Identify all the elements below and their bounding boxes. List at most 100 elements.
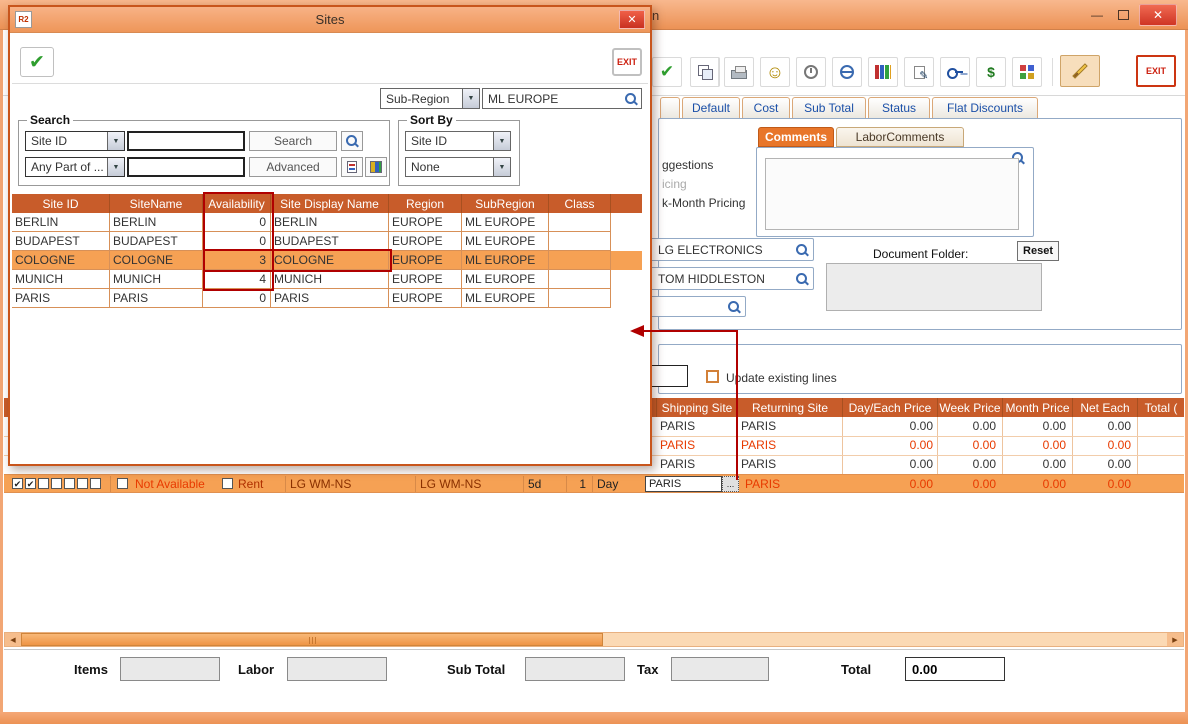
wizard-button[interactable] (1060, 55, 1100, 87)
confirm-button[interactable]: ✔ (652, 57, 682, 87)
combo-label: Site ID (406, 134, 493, 148)
horizontal-scrollbar[interactable]: ◀ ▶ (4, 632, 1184, 647)
col-returning-site[interactable]: Returning Site (737, 398, 842, 417)
document-folder-box[interactable] (826, 263, 1042, 311)
tab-labor-comments[interactable]: LaborComments (836, 127, 964, 147)
tab-default[interactable]: Default (682, 97, 740, 118)
chevron-down-icon[interactable]: ▼ (462, 89, 479, 108)
report-icon-button[interactable] (341, 157, 363, 177)
copy-icon (698, 65, 712, 79)
scroll-right-arrow[interactable]: ▶ (1167, 633, 1183, 646)
tax-field[interactable] (671, 657, 769, 681)
match-input[interactable] (127, 157, 245, 177)
col-site-name[interactable]: SiteName (110, 194, 203, 213)
line-checkbox[interactable] (117, 478, 128, 489)
cell-returning: PARIS (741, 457, 776, 471)
cell: PARIS (271, 289, 389, 308)
sort-secondary-combo[interactable]: None ▼ (405, 157, 511, 177)
col-day-each-price[interactable]: Day/Each Price (842, 398, 937, 417)
permissions-button[interactable] (940, 57, 970, 87)
tab-status[interactable]: Status (868, 97, 930, 118)
tab-partial[interactable] (660, 97, 680, 118)
pricing-button[interactable]: $ (976, 57, 1006, 87)
tab-comments[interactable]: Comments (758, 127, 834, 147)
print-button[interactable] (724, 57, 754, 87)
subregion-value-field[interactable]: ML EUROPE (482, 88, 642, 109)
table-row[interactable]: MUNICH MUNICH 4 MUNICH EUROPE ML EUROPE (12, 270, 642, 289)
dialog-exit-button[interactable]: EXIT (612, 48, 642, 76)
col-week-price[interactable]: Week Price (937, 398, 1002, 417)
confirm-selection-button[interactable]: ✔ (20, 47, 54, 77)
chevron-down-icon[interactable]: ▼ (107, 132, 124, 150)
tab-flat-discounts[interactable]: Flat Discounts (932, 97, 1038, 118)
col-shipping-site[interactable]: Shipping Site (656, 398, 737, 417)
feedback-button[interactable]: ☺ (760, 57, 790, 87)
col-site-display-name[interactable]: Site Display Name (271, 194, 389, 213)
col-availability[interactable]: Availability (203, 194, 271, 213)
line-checkbox[interactable] (77, 478, 88, 489)
chevron-down-icon[interactable]: ▼ (493, 158, 510, 176)
region-button[interactable] (832, 57, 862, 87)
scrollbar-thumb[interactable] (21, 633, 603, 646)
line-checkbox[interactable] (12, 478, 23, 489)
selected-line-row[interactable]: Not Available Rent LG WM-NS LG WM-NS 5d … (4, 474, 1184, 493)
close-button[interactable] (1139, 4, 1177, 26)
shipping-site-editor[interactable]: PARIS (645, 476, 722, 492)
col-region[interactable]: Region (389, 194, 462, 213)
modules-button[interactable] (1012, 57, 1042, 87)
exit-button[interactable]: EXIT (1136, 55, 1176, 87)
columns-icon-button[interactable] (365, 157, 387, 177)
maximize-button[interactable] (1111, 6, 1135, 24)
advanced-button[interactable]: Advanced (249, 157, 337, 177)
line-checkbox[interactable] (64, 478, 75, 489)
minimize-button[interactable] (1085, 6, 1109, 24)
col-month-price[interactable]: Month Price (1002, 398, 1072, 417)
contact-field[interactable]: TOM HIDDLESTON (650, 267, 814, 290)
table-row[interactable]: PARIS PARIS 0 PARIS EUROPE ML EUROPE (12, 289, 642, 308)
update-lines-checkbox[interactable] (706, 370, 719, 383)
search-input[interactable] (127, 131, 245, 151)
ellipsis-button[interactable]: ... (722, 476, 739, 492)
tab-sub-total[interactable]: Sub Total (792, 97, 866, 118)
col-subregion[interactable]: SubRegion (462, 194, 549, 213)
reset-button[interactable]: Reset (1017, 241, 1059, 261)
items-field[interactable] (120, 657, 220, 681)
chevron-down-icon[interactable]: ▼ (493, 132, 510, 150)
search-icon-button[interactable] (341, 131, 363, 151)
catalog-button[interactable] (868, 57, 898, 87)
col-total[interactable]: Total ( (1137, 398, 1184, 417)
line-checkbox[interactable] (51, 478, 62, 489)
comments-textarea[interactable] (765, 158, 1019, 230)
lookup-field[interactable] (650, 296, 746, 317)
copy-button[interactable] (690, 57, 720, 87)
scroll-left-arrow[interactable]: ◀ (5, 633, 21, 646)
search-icon[interactable] (795, 272, 809, 286)
dialog-close-button[interactable] (619, 10, 645, 29)
line-checkbox[interactable] (222, 478, 233, 489)
subregion-combo[interactable]: Sub-Region ▼ (380, 88, 480, 109)
search-field-combo[interactable]: Site ID ▼ (25, 131, 125, 151)
line-checkbox[interactable] (38, 478, 49, 489)
search-icon[interactable] (795, 243, 809, 257)
col-class[interactable]: Class (549, 194, 611, 213)
chevron-down-icon[interactable]: ▼ (107, 158, 124, 176)
line-checkbox[interactable] (25, 478, 36, 489)
vendor-field[interactable]: LG ELECTRONICS (650, 238, 814, 261)
col-net-each[interactable]: Net Each (1072, 398, 1137, 417)
table-row-selected[interactable]: COLOGNE COLOGNE 3 COLOGNE EUROPE ML EURO… (12, 251, 642, 270)
total-field[interactable]: 0.00 (905, 657, 1005, 681)
search-icon[interactable] (624, 92, 638, 106)
tab-cost[interactable]: Cost (742, 97, 790, 118)
subtotal-field[interactable] (525, 657, 625, 681)
match-mode-combo[interactable]: Any Part of ... ▼ (25, 157, 125, 177)
schedule-button[interactable] (796, 57, 826, 87)
line-checkbox[interactable] (90, 478, 101, 489)
labor-field[interactable] (287, 657, 387, 681)
sort-primary-combo[interactable]: Site ID ▼ (405, 131, 511, 151)
search-icon[interactable] (727, 300, 741, 314)
col-site-id[interactable]: Site ID (12, 194, 110, 213)
notes-button[interactable] (904, 57, 934, 87)
table-row[interactable]: BUDAPEST BUDAPEST 0 BUDAPEST EUROPE ML E… (12, 232, 642, 251)
table-row[interactable]: BERLIN BERLIN 0 BERLIN EUROPE ML EUROPE (12, 213, 642, 232)
search-button[interactable]: Search (249, 131, 337, 151)
